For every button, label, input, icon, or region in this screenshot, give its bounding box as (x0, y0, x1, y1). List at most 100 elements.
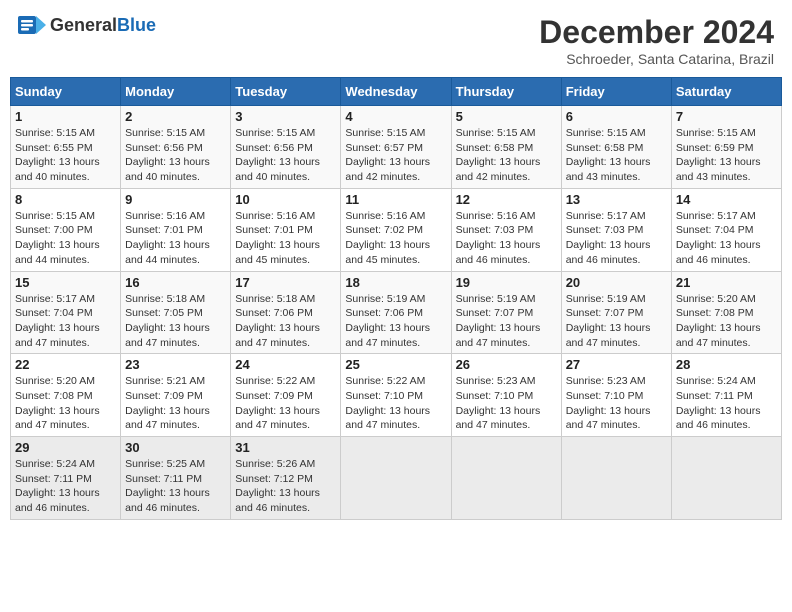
calendar-cell: 11 Sunrise: 5:16 AMSunset: 7:02 PMDaylig… (341, 188, 451, 271)
calendar-cell: 26 Sunrise: 5:23 AMSunset: 7:10 PMDaylig… (451, 354, 561, 437)
calendar-cell: 4 Sunrise: 5:15 AMSunset: 6:57 PMDayligh… (341, 106, 451, 189)
day-number: 16 (125, 275, 226, 290)
day-info: Sunrise: 5:18 AMSunset: 7:05 PMDaylight:… (125, 292, 226, 351)
calendar-cell: 3 Sunrise: 5:15 AMSunset: 6:56 PMDayligh… (231, 106, 341, 189)
day-number: 25 (345, 357, 446, 372)
calendar-cell (341, 437, 451, 520)
weekday-header-wednesday: Wednesday (341, 78, 451, 106)
calendar-cell: 7 Sunrise: 5:15 AMSunset: 6:59 PMDayligh… (671, 106, 781, 189)
day-info: Sunrise: 5:15 AMSunset: 6:55 PMDaylight:… (15, 126, 116, 185)
weekday-header-friday: Friday (561, 78, 671, 106)
day-info: Sunrise: 5:16 AMSunset: 7:03 PMDaylight:… (456, 209, 557, 268)
week-row-2: 8 Sunrise: 5:15 AMSunset: 7:00 PMDayligh… (11, 188, 782, 271)
calendar-cell: 18 Sunrise: 5:19 AMSunset: 7:06 PMDaylig… (341, 271, 451, 354)
day-info: Sunrise: 5:26 AMSunset: 7:12 PMDaylight:… (235, 457, 336, 516)
calendar-cell: 15 Sunrise: 5:17 AMSunset: 7:04 PMDaylig… (11, 271, 121, 354)
weekday-header-sunday: Sunday (11, 78, 121, 106)
week-row-3: 15 Sunrise: 5:17 AMSunset: 7:04 PMDaylig… (11, 271, 782, 354)
calendar-cell: 2 Sunrise: 5:15 AMSunset: 6:56 PMDayligh… (121, 106, 231, 189)
day-info: Sunrise: 5:15 AMSunset: 6:57 PMDaylight:… (345, 126, 446, 185)
day-info: Sunrise: 5:16 AMSunset: 7:01 PMDaylight:… (235, 209, 336, 268)
calendar-cell: 23 Sunrise: 5:21 AMSunset: 7:09 PMDaylig… (121, 354, 231, 437)
calendar-cell: 19 Sunrise: 5:19 AMSunset: 7:07 PMDaylig… (451, 271, 561, 354)
day-info: Sunrise: 5:19 AMSunset: 7:07 PMDaylight:… (456, 292, 557, 351)
day-info: Sunrise: 5:18 AMSunset: 7:06 PMDaylight:… (235, 292, 336, 351)
calendar-cell: 20 Sunrise: 5:19 AMSunset: 7:07 PMDaylig… (561, 271, 671, 354)
day-info: Sunrise: 5:19 AMSunset: 7:06 PMDaylight:… (345, 292, 446, 351)
day-info: Sunrise: 5:20 AMSunset: 7:08 PMDaylight:… (676, 292, 777, 351)
day-number: 17 (235, 275, 336, 290)
day-info: Sunrise: 5:23 AMSunset: 7:10 PMDaylight:… (456, 374, 557, 433)
day-info: Sunrise: 5:25 AMSunset: 7:11 PMDaylight:… (125, 457, 226, 516)
day-number: 23 (125, 357, 226, 372)
day-info: Sunrise: 5:24 AMSunset: 7:11 PMDaylight:… (15, 457, 116, 516)
day-info: Sunrise: 5:17 AMSunset: 7:04 PMDaylight:… (15, 292, 116, 351)
week-row-4: 22 Sunrise: 5:20 AMSunset: 7:08 PMDaylig… (11, 354, 782, 437)
day-info: Sunrise: 5:21 AMSunset: 7:09 PMDaylight:… (125, 374, 226, 433)
day-number: 6 (566, 109, 667, 124)
month-title: December 2024 (539, 14, 774, 51)
day-number: 26 (456, 357, 557, 372)
day-number: 31 (235, 440, 336, 455)
weekday-header-row: SundayMondayTuesdayWednesdayThursdayFrid… (11, 78, 782, 106)
calendar-cell: 12 Sunrise: 5:16 AMSunset: 7:03 PMDaylig… (451, 188, 561, 271)
calendar-cell (561, 437, 671, 520)
day-number: 19 (456, 275, 557, 290)
day-number: 24 (235, 357, 336, 372)
calendar-cell: 1 Sunrise: 5:15 AMSunset: 6:55 PMDayligh… (11, 106, 121, 189)
calendar-cell: 21 Sunrise: 5:20 AMSunset: 7:08 PMDaylig… (671, 271, 781, 354)
day-number: 27 (566, 357, 667, 372)
day-number: 2 (125, 109, 226, 124)
logo-icon (18, 14, 46, 36)
day-info: Sunrise: 5:22 AMSunset: 7:09 PMDaylight:… (235, 374, 336, 433)
calendar-cell: 13 Sunrise: 5:17 AMSunset: 7:03 PMDaylig… (561, 188, 671, 271)
calendar-cell: 31 Sunrise: 5:26 AMSunset: 7:12 PMDaylig… (231, 437, 341, 520)
calendar-cell: 27 Sunrise: 5:23 AMSunset: 7:10 PMDaylig… (561, 354, 671, 437)
day-number: 7 (676, 109, 777, 124)
weekday-header-saturday: Saturday (671, 78, 781, 106)
calendar-cell: 9 Sunrise: 5:16 AMSunset: 7:01 PMDayligh… (121, 188, 231, 271)
calendar-cell: 28 Sunrise: 5:24 AMSunset: 7:11 PMDaylig… (671, 354, 781, 437)
day-info: Sunrise: 5:17 AMSunset: 7:03 PMDaylight:… (566, 209, 667, 268)
calendar-cell: 10 Sunrise: 5:16 AMSunset: 7:01 PMDaylig… (231, 188, 341, 271)
day-info: Sunrise: 5:15 AMSunset: 6:58 PMDaylight:… (456, 126, 557, 185)
day-info: Sunrise: 5:19 AMSunset: 7:07 PMDaylight:… (566, 292, 667, 351)
calendar-cell: 30 Sunrise: 5:25 AMSunset: 7:11 PMDaylig… (121, 437, 231, 520)
day-number: 20 (566, 275, 667, 290)
weekday-header-monday: Monday (121, 78, 231, 106)
calendar-cell: 16 Sunrise: 5:18 AMSunset: 7:05 PMDaylig… (121, 271, 231, 354)
calendar-cell: 24 Sunrise: 5:22 AMSunset: 7:09 PMDaylig… (231, 354, 341, 437)
calendar-cell: 14 Sunrise: 5:17 AMSunset: 7:04 PMDaylig… (671, 188, 781, 271)
day-info: Sunrise: 5:22 AMSunset: 7:10 PMDaylight:… (345, 374, 446, 433)
day-number: 29 (15, 440, 116, 455)
page-header: GeneralBlue December 2024 Schroeder, San… (10, 10, 782, 71)
day-info: Sunrise: 5:15 AMSunset: 7:00 PMDaylight:… (15, 209, 116, 268)
day-number: 10 (235, 192, 336, 207)
calendar-cell: 22 Sunrise: 5:20 AMSunset: 7:08 PMDaylig… (11, 354, 121, 437)
day-info: Sunrise: 5:15 AMSunset: 6:58 PMDaylight:… (566, 126, 667, 185)
weekday-header-tuesday: Tuesday (231, 78, 341, 106)
calendar-cell (451, 437, 561, 520)
day-number: 22 (15, 357, 116, 372)
weekday-header-thursday: Thursday (451, 78, 561, 106)
title-block: December 2024 Schroeder, Santa Catarina,… (539, 14, 774, 67)
day-info: Sunrise: 5:15 AMSunset: 6:56 PMDaylight:… (235, 126, 336, 185)
calendar-cell: 25 Sunrise: 5:22 AMSunset: 7:10 PMDaylig… (341, 354, 451, 437)
location: Schroeder, Santa Catarina, Brazil (539, 51, 774, 67)
day-number: 18 (345, 275, 446, 290)
logo-text: GeneralBlue (50, 15, 156, 36)
day-info: Sunrise: 5:24 AMSunset: 7:11 PMDaylight:… (676, 374, 777, 433)
day-number: 13 (566, 192, 667, 207)
day-number: 12 (456, 192, 557, 207)
day-number: 5 (456, 109, 557, 124)
day-number: 28 (676, 357, 777, 372)
day-number: 3 (235, 109, 336, 124)
calendar-cell: 6 Sunrise: 5:15 AMSunset: 6:58 PMDayligh… (561, 106, 671, 189)
day-info: Sunrise: 5:20 AMSunset: 7:08 PMDaylight:… (15, 374, 116, 433)
day-info: Sunrise: 5:23 AMSunset: 7:10 PMDaylight:… (566, 374, 667, 433)
day-number: 14 (676, 192, 777, 207)
calendar-cell (671, 437, 781, 520)
day-number: 9 (125, 192, 226, 207)
calendar-cell: 8 Sunrise: 5:15 AMSunset: 7:00 PMDayligh… (11, 188, 121, 271)
day-info: Sunrise: 5:15 AMSunset: 6:59 PMDaylight:… (676, 126, 777, 185)
